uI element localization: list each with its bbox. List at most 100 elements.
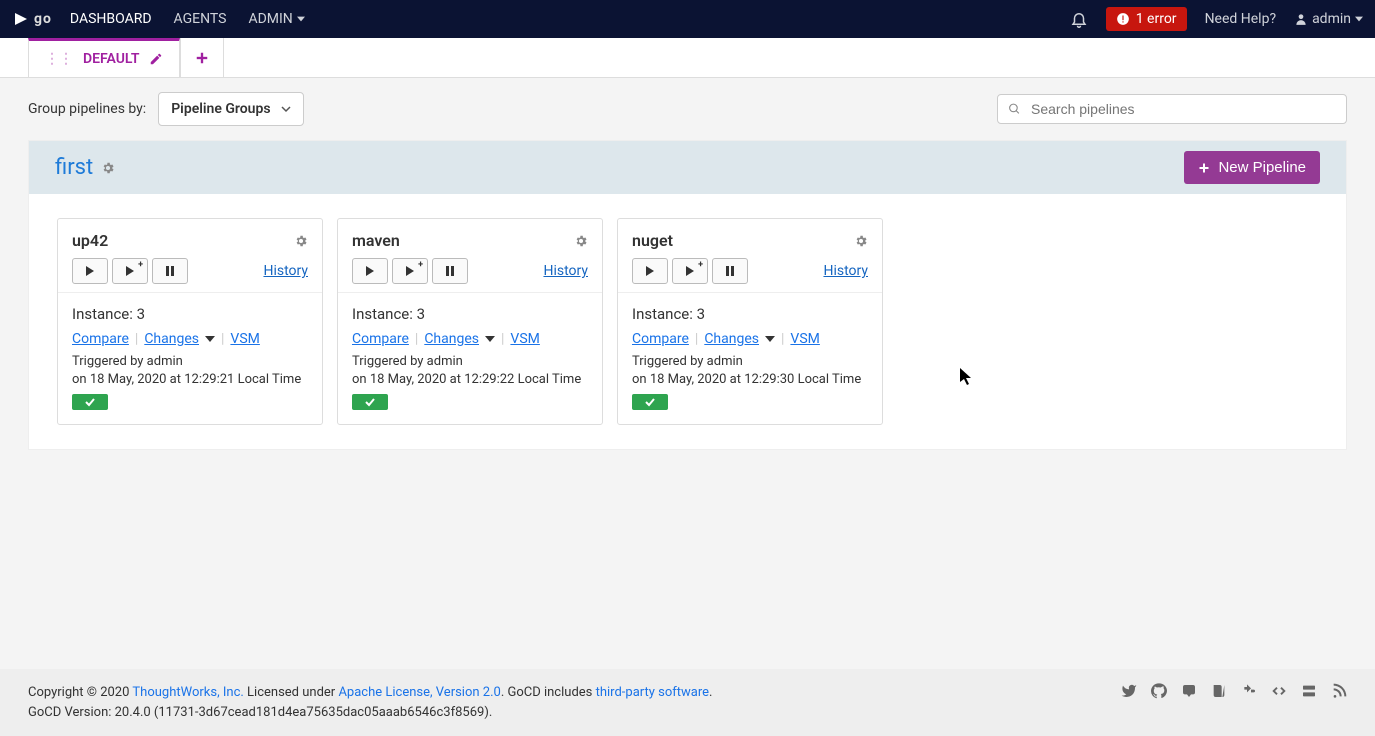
rss-icon[interactable] [1331, 683, 1347, 699]
footer-thoughtworks-link[interactable]: ThoughtWorks, Inc. [132, 685, 243, 700]
chat-icon[interactable] [1181, 683, 1197, 699]
play-with-options-button[interactable]: + [392, 258, 428, 284]
footer-licensed: Licensed under [244, 685, 339, 700]
pause-button[interactable] [432, 258, 468, 284]
pipeline-card: maven + History Instance: 3 Compare | Ch… [337, 218, 603, 425]
group-settings-icon[interactable] [101, 161, 115, 175]
plugin-icon[interactable] [1241, 683, 1257, 699]
tab-default-label: DEFAULT [83, 51, 139, 67]
play-button[interactable] [632, 258, 668, 284]
footer-period: . [709, 685, 712, 700]
triggered-on: on 18 May, 2020 at 12:29:22 Local Time [352, 371, 588, 389]
add-tab-button[interactable] [180, 38, 224, 77]
chevron-down-icon [297, 15, 305, 23]
notifications-icon[interactable] [1070, 10, 1088, 28]
caret-down-icon[interactable] [485, 334, 495, 344]
footer-copyright: Copyright © 2020 [28, 685, 132, 700]
caret-down-icon[interactable] [205, 334, 215, 344]
check-icon [645, 397, 655, 407]
play-with-options-button[interactable]: + [672, 258, 708, 284]
nav-dashboard[interactable]: DASHBOARD [70, 11, 152, 27]
new-pipeline-button[interactable]: New Pipeline [1184, 151, 1320, 184]
tab-default[interactable]: ⋮⋮ DEFAULT [28, 38, 180, 77]
chevron-down-icon [281, 104, 291, 114]
nav-user[interactable]: admin [1294, 11, 1363, 27]
vsm-link[interactable]: VSM [790, 331, 819, 347]
check-icon [365, 397, 375, 407]
nav-agents[interactable]: AGENTS [174, 11, 227, 27]
pipeline-card: up42 + History Instance: 3 Compare | Cha… [57, 218, 323, 425]
play-button[interactable] [72, 258, 108, 284]
brand-icon [12, 10, 30, 28]
pipeline-group-title[interactable]: first [55, 155, 93, 180]
triggered-by: Triggered by admin [72, 353, 308, 371]
github-icon[interactable] [1151, 683, 1167, 699]
nav-user-label: admin [1312, 11, 1351, 27]
caret-down-icon[interactable] [765, 334, 775, 344]
history-link[interactable]: History [543, 263, 588, 279]
error-icon [1116, 12, 1130, 26]
compare-link[interactable]: Compare [352, 331, 409, 347]
instance-label: Instance: 3 [352, 305, 588, 323]
changes-link[interactable]: Changes [424, 331, 479, 347]
triggered-by: Triggered by admin [632, 353, 868, 371]
triggered-on: on 18 May, 2020 at 12:29:21 Local Time [72, 371, 308, 389]
pipeline-card: nuget + History Instance: 3 Compare | Ch… [617, 218, 883, 425]
footer-apache-link[interactable]: Apache License, Version 2.0 [338, 685, 500, 700]
brand-text: go [34, 11, 52, 27]
vsm-link[interactable]: VSM [230, 331, 259, 347]
pause-button[interactable] [712, 258, 748, 284]
footer-icons [1121, 683, 1347, 699]
triggered-on: on 18 May, 2020 at 12:29:30 Local Time [632, 371, 868, 389]
instance-label: Instance: 3 [632, 305, 868, 323]
search-input[interactable] [1031, 101, 1336, 117]
stage-status-passed[interactable] [352, 394, 388, 410]
footer-version: GoCD Version: 20.4.0 (11731-3d67cead181d… [28, 703, 712, 723]
footer-includes: . GoCD includes [501, 685, 596, 700]
footer: Copyright © 2020 ThoughtWorks, Inc. Lice… [0, 669, 1375, 736]
toolbar: Group pipelines by: Pipeline Groups [0, 78, 1375, 140]
play-button[interactable] [352, 258, 388, 284]
brand-logo[interactable]: go [12, 10, 52, 28]
error-pill[interactable]: 1 error [1106, 7, 1187, 31]
plus-icon [1198, 162, 1210, 174]
search-icon [1008, 102, 1021, 116]
stage-status-passed[interactable] [632, 394, 668, 410]
history-link[interactable]: History [823, 263, 868, 279]
api-icon[interactable] [1271, 683, 1287, 699]
nav-admin[interactable]: ADMIN [248, 11, 304, 27]
pipeline-name: up42 [72, 231, 108, 250]
docs-icon[interactable] [1211, 683, 1227, 699]
pipeline-settings-icon[interactable] [294, 234, 308, 248]
check-icon [85, 397, 95, 407]
edit-icon[interactable] [149, 52, 163, 66]
twitter-icon[interactable] [1121, 683, 1137, 699]
triggered-by: Triggered by admin [352, 353, 588, 371]
pause-button[interactable] [152, 258, 188, 284]
search-box[interactable] [997, 94, 1347, 124]
group-by-select[interactable]: Pipeline Groups [158, 92, 303, 126]
changes-link[interactable]: Changes [704, 331, 759, 347]
vsm-link[interactable]: VSM [510, 331, 539, 347]
tabstrip: ⋮⋮ DEFAULT [0, 38, 1375, 78]
changes-link[interactable]: Changes [144, 331, 199, 347]
drag-handle-icon[interactable]: ⋮⋮ [45, 51, 73, 67]
compare-link[interactable]: Compare [632, 331, 689, 347]
group-by-label: Group pipelines by: [28, 101, 146, 117]
pipeline-name: nuget [632, 231, 673, 250]
compare-link[interactable]: Compare [72, 331, 129, 347]
pipeline-group-header: first New Pipeline [29, 141, 1346, 194]
instance-label: Instance: 3 [72, 305, 308, 323]
server-icon[interactable] [1301, 683, 1317, 699]
nav-help[interactable]: Need Help? [1205, 11, 1277, 27]
pipeline-settings-icon[interactable] [854, 234, 868, 248]
footer-thirdparty-link[interactable]: third-party software [596, 685, 709, 700]
play-with-options-button[interactable]: + [112, 258, 148, 284]
pipeline-settings-icon[interactable] [574, 234, 588, 248]
group-by-select-label: Pipeline Groups [171, 101, 270, 117]
new-pipeline-button-label: New Pipeline [1218, 159, 1306, 176]
stage-status-passed[interactable] [72, 394, 108, 410]
pipeline-group-panel: first New Pipeline up42 + Histor [28, 140, 1347, 450]
history-link[interactable]: History [263, 263, 308, 279]
nav-admin-label: ADMIN [248, 11, 292, 27]
